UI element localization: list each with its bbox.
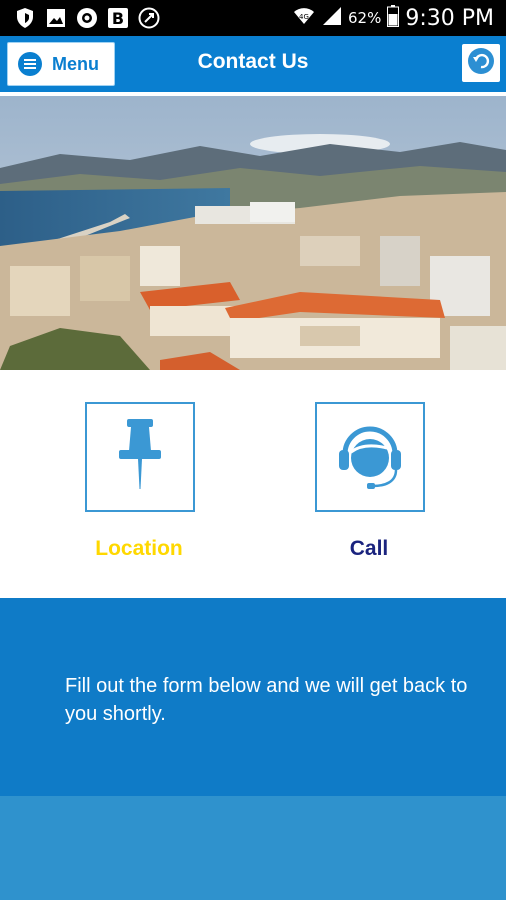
wifi-icon: 4G [292,6,316,30]
svg-text:4G: 4G [299,13,309,21]
headset-icon [337,418,403,497]
svg-text:B: B [112,9,124,28]
clock: 9:30 PM [405,5,494,31]
status-bar: B 4G 62% 9:30 PM [0,0,506,36]
contact-form-area [0,796,506,900]
call-label[interactable]: Call [315,537,423,561]
location-label[interactable]: Location [85,537,193,561]
signal-icon [322,6,342,30]
form-intro-text: Fill out the form below and we will get … [65,675,468,725]
app-bar: Menu Contact Us [0,36,506,92]
vpn-icon [76,7,98,29]
battery-percent: 62% [348,9,382,27]
city-banner-image [0,96,506,370]
call-button[interactable] [315,402,425,512]
page-title: Contact Us [197,50,309,73]
b-app-icon: B [107,7,129,29]
clock-app-icon [138,7,160,29]
pushpin-icon [115,418,165,496]
image-icon [45,7,67,29]
back-icon [467,47,495,80]
back-button[interactable] [462,44,500,82]
shield-icon [14,7,36,29]
battery-icon [387,5,400,31]
location-button[interactable] [85,402,195,512]
